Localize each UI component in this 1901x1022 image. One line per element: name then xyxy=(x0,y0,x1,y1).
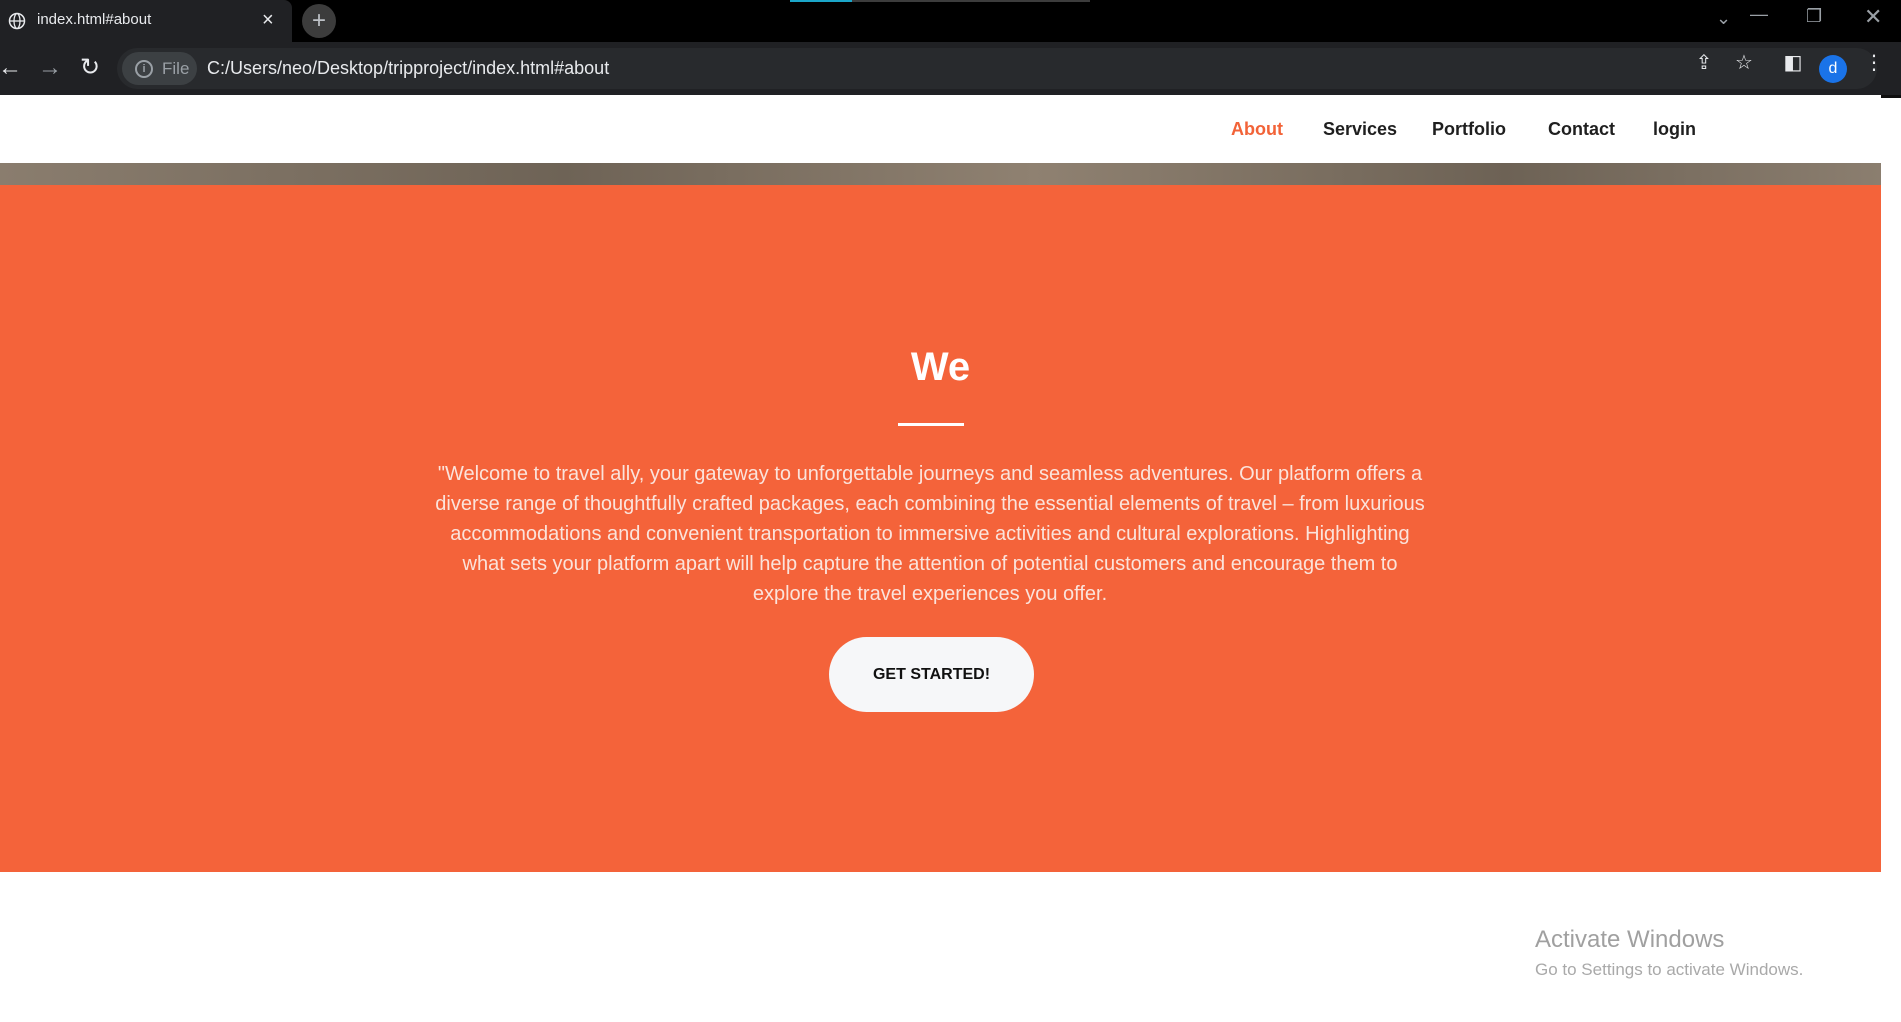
site-info-chip[interactable]: i File xyxy=(122,52,197,85)
browser-tab[interactable]: index.html#about × xyxy=(0,0,292,42)
menu-icon[interactable]: ⋮ xyxy=(1860,50,1888,75)
about-description: "Welcome to travel ally, your gateway to… xyxy=(435,463,1425,605)
hero-image-strip xyxy=(0,163,1881,185)
heading-divider xyxy=(898,423,964,426)
nav-contact[interactable]: Contact xyxy=(1548,119,1615,140)
activation-watermark-subtitle: Go to Settings to activate Windows. xyxy=(1535,960,1804,979)
get-started-button[interactable]: GET STARTED! xyxy=(829,637,1034,712)
reload-icon[interactable]: ↻ xyxy=(74,52,106,84)
minimize-icon[interactable]: — xyxy=(1750,4,1768,25)
back-icon[interactable]: ← xyxy=(0,52,26,84)
site-navbar: About Services Portfolio Contact login xyxy=(0,95,1881,163)
close-window-icon[interactable]: ✕ xyxy=(1864,4,1882,30)
globe-icon xyxy=(8,12,26,30)
nav-portfolio[interactable]: Portfolio xyxy=(1432,119,1506,140)
restore-icon[interactable]: ❐ xyxy=(1806,6,1822,27)
bookmark-star-icon[interactable]: ☆ xyxy=(1730,50,1758,75)
forward-icon[interactable]: → xyxy=(34,52,66,84)
browser-tab-strip: index.html#about × + ⌄ — ❐ ✕ xyxy=(0,0,1901,42)
security-label: File xyxy=(162,59,190,78)
nav-services[interactable]: Services xyxy=(1323,119,1397,140)
address-bar[interactable]: i File C:/Users/neo/Desktop/tripproject/… xyxy=(117,48,1877,89)
browser-toolbar: ← → ↻ i File C:/Users/neo/Desktop/trippr… xyxy=(0,42,1901,98)
activation-watermark-title: Activate Windows xyxy=(1535,926,1725,953)
profile-avatar[interactable]: d xyxy=(1819,55,1847,83)
url-text[interactable]: C:/Users/neo/Desktop/tripproject/index.h… xyxy=(207,58,609,79)
new-tab-button[interactable]: + xyxy=(302,4,336,38)
about-section: We "Welcome to travel ally, your gateway… xyxy=(0,185,1881,872)
nav-about[interactable]: About xyxy=(1231,119,1283,140)
tab-search-strip xyxy=(790,0,1090,2)
info-icon: i xyxy=(135,60,153,78)
tab-title: index.html#about xyxy=(37,11,152,28)
share-icon[interactable]: ⇪ xyxy=(1690,50,1718,75)
close-tab-icon[interactable]: × xyxy=(262,8,274,32)
side-panel-icon[interactable]: ◧ xyxy=(1779,50,1807,75)
nav-login[interactable]: login xyxy=(1653,119,1696,140)
tab-search-icon[interactable]: ⌄ xyxy=(1716,8,1731,29)
section-heading: We xyxy=(910,345,971,389)
